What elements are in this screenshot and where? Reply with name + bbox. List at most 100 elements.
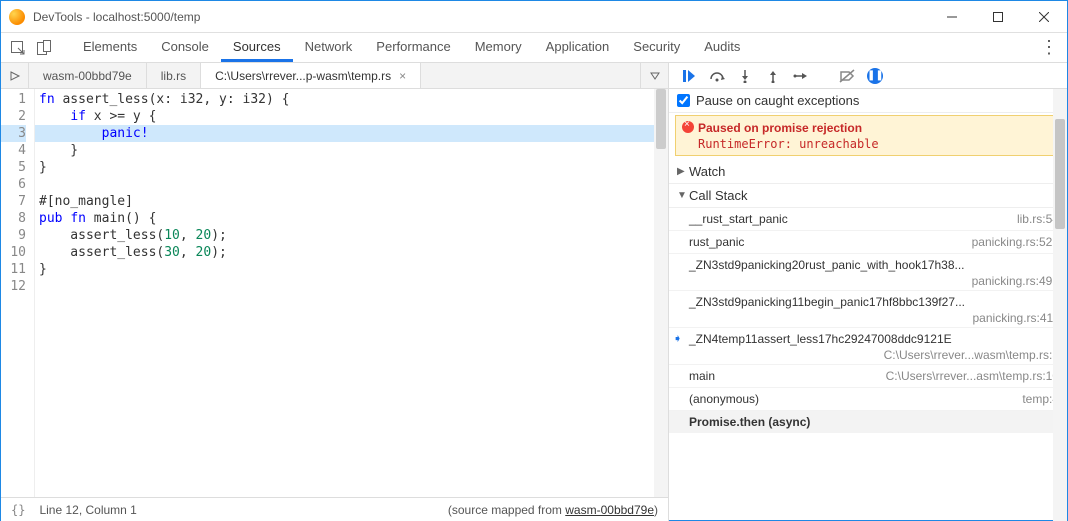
devtools-icon (9, 9, 25, 25)
panel-tab-network[interactable]: Network (293, 34, 365, 62)
watch-section-header[interactable]: ▶ Watch (669, 160, 1067, 184)
expand-icon: ▶ (677, 166, 689, 177)
editor-scrollbar[interactable] (654, 89, 668, 497)
code-area[interactable]: fn assert_less(x: i32, y: i32) { if x >=… (35, 89, 668, 497)
pause-on-caught-checkbox[interactable] (677, 94, 690, 107)
step-over-button[interactable] (707, 66, 727, 86)
panel-tab-security[interactable]: Security (621, 34, 692, 62)
frame-name: _ZN3std9panicking11begin_panic17hf8bbc13… (689, 295, 965, 309)
callstack-frame[interactable]: __rust_start_paniclib.rs:54 (669, 208, 1067, 231)
more-tabs-icon[interactable] (640, 63, 668, 88)
sources-panel: wasm-00bbd79e lib.rs C:\Users\rrever...p-w… (1, 63, 669, 521)
callstack-frame[interactable]: rust_panic panicking.rs:526 (669, 231, 1067, 254)
callstack-frame[interactable]: _ZN3std9panicking20rust_panic_with_hook1… (669, 254, 1067, 291)
panel-tab-audits[interactable]: Audits (692, 34, 752, 62)
callstack-async-label: Promise.then (async) (669, 411, 1067, 433)
collapse-icon: ▼ (677, 190, 689, 201)
error-icon (682, 121, 694, 133)
callstack-section-header[interactable]: ▼ Call Stack (669, 184, 1067, 208)
deactivate-breakpoints-button[interactable] (837, 66, 857, 86)
debugger-scrollbar[interactable] (1053, 89, 1067, 521)
toggle-device-icon[interactable] (31, 35, 57, 61)
debugger-panel: ❚❚ Pause on caught exceptions Paused on … (669, 63, 1067, 521)
code-line[interactable] (39, 176, 668, 193)
cursor-position: Line 12, Column 1 (39, 503, 136, 517)
show-navigator-icon[interactable] (1, 63, 29, 88)
line-gutter: 123456789101112 (1, 89, 35, 497)
code-line[interactable]: } (39, 159, 668, 176)
frame-location: panicking.rs:411 (689, 311, 1059, 325)
panel-tab-application[interactable]: Application (534, 34, 622, 62)
file-tabs-bar: wasm-00bbd79e lib.rs C:\Users\rrever...p-w… (1, 63, 668, 89)
paused-title: Paused on promise rejection (698, 121, 862, 135)
close-icon (1039, 12, 1049, 22)
minimize-button[interactable] (929, 2, 975, 32)
minimize-icon (947, 12, 957, 22)
step-into-button[interactable] (735, 66, 755, 86)
maximize-button[interactable] (975, 2, 1021, 32)
debugger-toolbar: ❚❚ (669, 63, 1067, 89)
source-mapped-label: (source mapped from wasm-00bbd79e) (448, 503, 658, 517)
frame-name: _ZN3std9panicking20rust_panic_with_hook1… (689, 258, 965, 272)
step-out-button[interactable] (763, 66, 783, 86)
code-line[interactable]: } (39, 261, 668, 278)
watch-label: Watch (689, 164, 725, 179)
frame-location: C:\Users\rrever...wasm\temp.rs:3 (689, 348, 1059, 362)
window-titlebar: DevTools - localhost:5000/temp (1, 1, 1067, 33)
code-line[interactable] (39, 278, 668, 295)
code-editor[interactable]: 123456789101112 fn assert_less(x: i32, y… (1, 89, 668, 497)
brackets-icon[interactable]: {} (11, 503, 25, 517)
callstack-list: __rust_start_paniclib.rs:54rust_panicpan… (669, 208, 1067, 433)
code-line[interactable]: fn assert_less(x: i32, y: i32) { (39, 91, 668, 108)
pause-on-exceptions-button[interactable]: ❚❚ (865, 66, 885, 86)
inspect-element-icon[interactable] (5, 35, 31, 61)
paused-error: RuntimeError: unreachable (698, 137, 1054, 151)
frame-name: _ZN4temp11assert_less17hc29247008ddc9121… (689, 332, 952, 346)
panel-tab-performance[interactable]: Performance (364, 34, 462, 62)
step-button[interactable] (791, 66, 811, 86)
callstack-frame[interactable]: _ZN4temp11assert_less17hc29247008ddc9121… (669, 328, 1067, 365)
callstack-frame[interactable]: (anonymous)temp:4 (669, 388, 1067, 411)
file-tab[interactable]: C:\Users\rrever...p-wasm\temp.rs× (201, 63, 421, 88)
file-tab[interactable]: wasm-00bbd79e (29, 63, 147, 88)
panel-tab-sources[interactable]: Sources (221, 34, 293, 62)
code-line[interactable]: #[no_mangle] (39, 193, 668, 210)
main-area: wasm-00bbd79e lib.rs C:\Users\rrever...p-w… (1, 63, 1067, 521)
resume-button[interactable] (679, 66, 699, 86)
close-tab-icon[interactable]: × (399, 69, 406, 83)
panel-tab-console[interactable]: Console (149, 34, 221, 62)
maximize-icon (993, 12, 1003, 22)
overflow-menu-icon[interactable]: ⋮ (1035, 37, 1063, 58)
callstack-label: Call Stack (689, 188, 748, 203)
frame-location: panicking.rs:526 (972, 235, 1059, 249)
code-line[interactable]: } (39, 142, 668, 159)
pause-icon: ❚❚ (867, 68, 883, 84)
pause-on-caught-row[interactable]: Pause on caught exceptions (669, 89, 1067, 113)
callstack-frame[interactable]: _ZN3std9panicking11begin_panic17hf8bbc13… (669, 291, 1067, 328)
frame-name: rust_panic (689, 235, 744, 249)
file-tab-label: wasm-00bbd79e (43, 69, 132, 83)
frame-location: panicking.rs:497 (689, 274, 1059, 288)
code-line[interactable]: if x >= y { (39, 108, 668, 125)
panel-tab-elements[interactable]: Elements (71, 34, 149, 62)
scrollbar-thumb[interactable] (1055, 119, 1065, 229)
frame-name: main (689, 369, 715, 383)
paused-status-box: Paused on promise rejection RuntimeError… (675, 115, 1061, 156)
close-button[interactable] (1021, 2, 1067, 32)
panel-tab-memory[interactable]: Memory (463, 34, 534, 62)
window-title: DevTools - localhost:5000/temp (33, 10, 929, 24)
file-tab-label: lib.rs (161, 69, 186, 83)
editor-statusbar: {} Line 12, Column 1 (source mapped from… (1, 497, 668, 521)
panel-tabs: ElementsConsoleSourcesNetworkPerformance… (71, 34, 1035, 62)
file-tab[interactable]: lib.rs (147, 63, 201, 88)
frame-location: C:\Users\rrever...asm\temp.rs:10 (886, 369, 1059, 383)
scrollbar-thumb[interactable] (656, 89, 666, 149)
callstack-frame[interactable]: main C:\Users\rrever...asm\temp.rs:10 (669, 365, 1067, 388)
code-line[interactable]: assert_less(30, 20); (39, 244, 668, 261)
frame-name: (anonymous) (689, 392, 759, 406)
code-line[interactable]: pub fn main() { (39, 210, 668, 227)
panel-toolbar: ElementsConsoleSourcesNetworkPerformance… (1, 33, 1067, 63)
code-line[interactable]: assert_less(10, 20); (39, 227, 668, 244)
frame-name: __rust_start_panic (689, 212, 788, 226)
source-map-link[interactable]: wasm-00bbd79e (565, 503, 654, 517)
